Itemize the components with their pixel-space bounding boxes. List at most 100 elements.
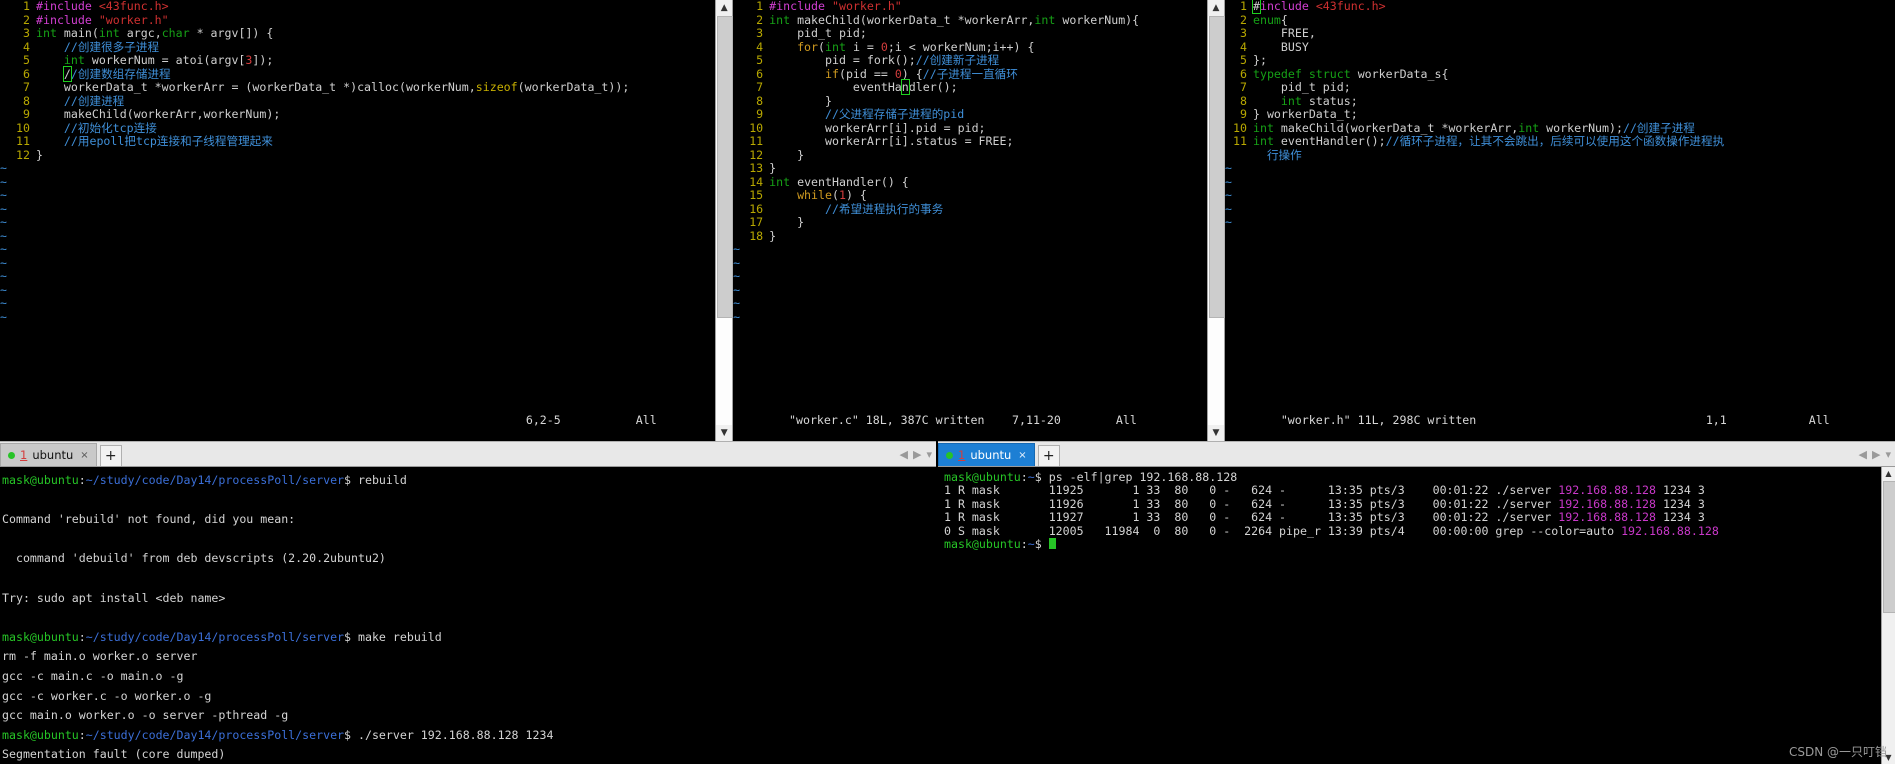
- code-token: ]);: [252, 53, 274, 67]
- code-line: 7 workerData_t *workerArr = (workerData_…: [0, 80, 629, 95]
- code-line: 8 int status;: [1225, 93, 1724, 109]
- vim-scrollbar-main-c[interactable]: ▲ ▼: [715, 0, 734, 441]
- code-token: "worker.h": [98, 12, 169, 27]
- new-tab-button[interactable]: +: [1037, 445, 1060, 466]
- scroll-up-icon[interactable]: ▲: [1882, 467, 1895, 480]
- close-icon[interactable]: ×: [80, 450, 88, 461]
- code-token: FREE,: [1252, 26, 1316, 40]
- next-tab-icon[interactable]: ▶: [913, 448, 921, 461]
- code-token: }: [36, 147, 43, 162]
- code-line: 15 while(1) {: [733, 188, 1139, 203]
- tilde-marker: ~: [0, 282, 7, 297]
- code-line: 16 //希望进程执行的事务: [733, 202, 1139, 217]
- vim-empty-line: ~: [0, 296, 629, 311]
- line-number: 1: [23, 0, 30, 13]
- code-token: workerData_t *workerArr = (workerData_t …: [36, 80, 476, 94]
- terminal-text: :: [1020, 536, 1028, 551]
- terminal-scrollbar-right[interactable]: ▲ ▼: [1881, 467, 1895, 764]
- line-number: 11: [16, 134, 30, 148]
- scroll-down-icon[interactable]: ▼: [716, 425, 733, 441]
- code-token: eventHa: [769, 80, 902, 94]
- code-token: }: [769, 147, 805, 162]
- prev-tab-icon[interactable]: ◀: [900, 448, 908, 461]
- code-line: 2 #include "worker.h": [0, 12, 629, 28]
- tabbar-right: 1 ubuntu × + ◀ ▶ ▾: [938, 441, 1895, 467]
- code-token: "worker.h": [831, 0, 902, 13]
- code-token: ) {: [845, 188, 867, 202]
- terminal-output-right[interactable]: mask@ubuntu:~$ ps -elf|grep 192.168.88.1…: [938, 467, 1881, 764]
- code-line: 6 typedef struct workerData_s{: [1225, 67, 1724, 82]
- scrollbar-thumb[interactable]: [1208, 16, 1225, 318]
- code-line: 3 FREE,: [1225, 26, 1724, 41]
- code-line: 12 }: [733, 147, 1139, 163]
- statusline-pos-main-c: 6,2-5: [525, 413, 561, 427]
- code-line: 17 }: [733, 215, 1139, 230]
- line-number: 12: [16, 147, 30, 162]
- line-number: 7: [23, 80, 30, 94]
- tab-menu-icon[interactable]: ▾: [926, 448, 932, 461]
- code-line: 8 //创建进程: [0, 94, 629, 109]
- vim-empty-line: ~: [0, 282, 629, 298]
- terminal-line: Segmentation fault (core dumped): [2, 745, 936, 764]
- desktop-screen: 1 #include <43func.h> 2 #include "worker.h"…: [0, 0, 1895, 764]
- tilde-marker: ~: [0, 296, 7, 310]
- code-token: int: [98, 26, 120, 40]
- scroll-down-icon[interactable]: ▼: [1207, 425, 1224, 441]
- code-line: 10 //初始化tcp连接: [0, 121, 629, 136]
- next-tab-icon[interactable]: ▶: [1872, 448, 1880, 461]
- code-token: 行操作: [1252, 147, 1302, 162]
- code-line: 10 int makeChild(workerData_t *workerArr,…: [1225, 121, 1724, 136]
- terminal-window-left[interactable]: 1 ubuntu × + ◀ ▶ ▾ mask@ubuntu:~/study/c…: [0, 441, 936, 764]
- code-token: }: [769, 215, 805, 229]
- terminal-text: ~: [1027, 536, 1035, 551]
- terminal-window-right[interactable]: 1 ubuntu × + ◀ ▶ ▾ mask@ubuntu:~$ ps -el…: [938, 441, 1895, 764]
- line-number: 12: [749, 147, 764, 162]
- code-line: 1 #include <43func.h>: [0, 0, 629, 14]
- line-number: 2: [756, 12, 764, 27]
- terminal-text: mask@ubuntu: [2, 629, 79, 644]
- close-icon[interactable]: ×: [1018, 450, 1026, 461]
- code-token: }: [769, 93, 832, 108]
- terminal-tab-right[interactable]: 1 ubuntu ×: [938, 443, 1035, 466]
- terminal-tab-left[interactable]: 1 ubuntu ×: [0, 443, 97, 466]
- vim-pane-main-c[interactable]: 1 #include <43func.h> 2 #include "worker.h"…: [0, 0, 716, 441]
- statusline-file-worker-c: "worker.c" 18L, 387C written: [789, 413, 985, 427]
- vim-pane-worker-h[interactable]: 1 #include <43func.h> 2 enum{3 FREE, 4 BUSY 5…: [1224, 0, 1895, 441]
- tab-number: 1: [20, 448, 28, 462]
- scroll-up-icon[interactable]: ▲: [716, 0, 733, 16]
- code-token: makeChild(workerData_t *workerArr,: [790, 12, 1035, 27]
- scrollbar-thumb[interactable]: [717, 16, 734, 318]
- vim-statusline-worker-c: "worker.c" 18L, 387C written 7,11-20 All: [733, 399, 1207, 441]
- line-number: 10: [749, 120, 764, 135]
- tab-menu-icon[interactable]: ▾: [1885, 448, 1891, 461]
- code-line: 4 for(int i = 0;i < workerNum;i++) {: [733, 40, 1139, 55]
- code-token: eventHandler();: [1273, 134, 1386, 148]
- line-number: 9: [756, 107, 764, 121]
- line-number: 6: [756, 66, 764, 81]
- vim-editors-area: 1 #include <43func.h> 2 #include "worker.h"…: [0, 0, 1895, 441]
- prev-tab-icon[interactable]: ◀: [1859, 448, 1867, 461]
- vim-scrollbar-worker-c[interactable]: ▲ ▼: [1206, 0, 1225, 441]
- code-line: 11 int eventHandler();//循环子进程，让其不会跳出，后续可以…: [1225, 134, 1724, 149]
- vim-empty-line: ~: [1225, 175, 1724, 190]
- new-tab-button[interactable]: +: [99, 445, 122, 466]
- terminal-output-left[interactable]: mask@ubuntu:~/study/code/Day14/processPo…: [0, 467, 936, 764]
- terminal-line: mask@ubuntu:~/study/code/Day14/processPo…: [2, 628, 936, 648]
- code-token: //用epoll把tcp连接和子线程管理起来: [36, 134, 273, 148]
- scroll-up-icon[interactable]: ▲: [1207, 0, 1224, 16]
- code-token: pid = fork();: [769, 53, 916, 67]
- code-token: (: [831, 188, 839, 202]
- terminal-text: gcc -c main.c -o main.o -g: [2, 668, 184, 683]
- terminals-area: 1 ubuntu × + ◀ ▶ ▾ mask@ubuntu:~/study/c…: [0, 441, 1895, 764]
- scrollbar-thumb[interactable]: [1883, 481, 1895, 613]
- code-token: workerArr[i].status = FREE;: [769, 134, 1014, 148]
- code-token: BUSY: [1252, 39, 1309, 54]
- vim-pane-worker-c[interactable]: 1 #include "worker.h" 2 int makeChild(worke…: [733, 0, 1207, 441]
- line-number: 8: [1240, 93, 1247, 108]
- line-number: 5: [23, 53, 30, 67]
- tilde-marker: ~: [0, 242, 7, 256]
- tilde-marker: ~: [1224, 201, 1232, 216]
- code-line: 14 int eventHandler() {: [733, 175, 1139, 190]
